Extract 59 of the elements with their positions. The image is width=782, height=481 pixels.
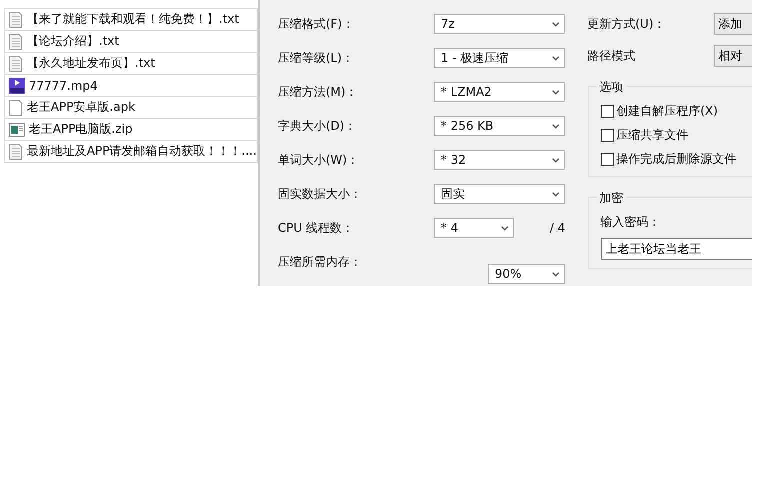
file-row[interactable]: 【来了就能下载和观看！纯免费！】.txt — [4, 8, 258, 31]
file-name: 【永久地址发布页】.txt — [27, 55, 156, 72]
dropdown[interactable]: * 256 KB — [434, 116, 565, 136]
file-row[interactable]: 【永久地址发布页】.txt — [4, 53, 258, 75]
video-file-icon — [9, 78, 25, 94]
dropdown[interactable]: 7z — [434, 14, 565, 34]
file-row[interactable]: 【论坛介绍】.txt — [4, 31, 258, 53]
thread-total: / 4 — [550, 221, 566, 235]
caret-icon — [501, 226, 509, 230]
checkbox-option[interactable]: 压缩共享文件 — [600, 127, 752, 144]
password-label: 输入密码： — [600, 214, 662, 231]
file-name: 老王APP安卓版.apk — [27, 99, 136, 116]
caret-icon — [552, 22, 560, 26]
file-name: 最新地址及APP请发邮箱自动获取！！！.... — [27, 143, 257, 160]
text-file-icon — [9, 34, 23, 50]
group-title: 选项 — [596, 79, 626, 96]
dropdown[interactable]: * 32 — [434, 150, 565, 170]
password-field[interactable]: 上老王论坛当老王 — [600, 238, 752, 260]
setting-label: 固实数据大小： — [278, 186, 363, 202]
dropdown[interactable]: * LZMA2 — [434, 82, 565, 102]
checkbox[interactable] — [600, 153, 614, 166]
caret-icon — [552, 90, 560, 94]
checkbox-option[interactable]: 创建自解压程序(X) — [600, 103, 752, 120]
setting-label: 压缩所需内存： — [278, 254, 363, 270]
setting-label: 路径模式 — [588, 48, 636, 64]
blank-file-icon — [9, 100, 23, 116]
file-name: 【论坛介绍】.txt — [27, 33, 120, 50]
file-name: 老王APP电脑版.zip — [29, 121, 133, 138]
file-name: 77777.mp4 — [29, 78, 98, 92]
setting-label: 压缩方法(M)： — [278, 84, 359, 100]
checkbox-option[interactable]: 操作完成后删除源文件 — [600, 151, 752, 168]
setting-label: 单词大小(W)： — [278, 152, 360, 168]
file-row[interactable]: 老王APP电脑版.zip — [4, 119, 258, 141]
checkbox[interactable] — [600, 105, 614, 118]
file-row[interactable]: 77777.mp4 — [4, 75, 258, 97]
dropdown[interactable]: 相对 — [714, 45, 752, 67]
file-name: 【来了就能下载和观看！纯免费！】.txt — [27, 11, 240, 28]
setting-label: 字典大小(D)： — [278, 118, 358, 134]
dropdown[interactable]: * 4 — [434, 218, 514, 238]
dropdown[interactable]: 1 - 极速压缩 — [434, 48, 565, 68]
caret-icon — [552, 158, 560, 162]
file-row[interactable]: 老王APP安卓版.apk — [4, 97, 258, 119]
caret-icon — [552, 56, 560, 60]
text-file-icon — [9, 12, 23, 28]
checkbox[interactable] — [600, 129, 614, 142]
setting-label: 更新方式(U)： — [588, 16, 667, 32]
dropdown[interactable]: 90% — [488, 264, 565, 284]
caret-icon — [552, 272, 560, 276]
setting-label: CPU 线程数： — [278, 220, 356, 236]
caret-icon — [552, 192, 560, 196]
dropdown[interactable]: 添加 — [714, 13, 752, 35]
window-file-icon — [9, 122, 25, 136]
setting-label: 压缩格式(F)： — [278, 16, 356, 32]
text-file-icon — [9, 144, 23, 160]
file-row[interactable]: 最新地址及APP请发邮箱自动获取！！！.... — [4, 141, 258, 163]
caret-icon — [552, 124, 560, 128]
text-file-icon — [9, 56, 23, 72]
setting-label: 压缩等级(L)： — [278, 50, 356, 66]
dropdown[interactable]: 固实 — [434, 184, 565, 204]
